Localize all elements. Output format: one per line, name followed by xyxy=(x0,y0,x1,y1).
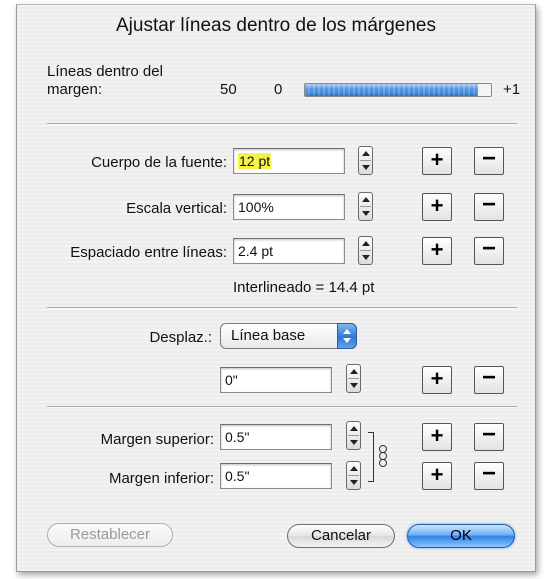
slider-max-label: +1 xyxy=(503,81,521,98)
offset-label: Desplaz.: xyxy=(149,329,212,346)
ok-button[interactable]: OK xyxy=(407,524,515,548)
stepper-down-icon[interactable] xyxy=(350,480,358,485)
font-size-label: Cuerpo de la fuente: xyxy=(91,154,227,171)
lines-in-margin-label-2: margen: xyxy=(47,81,103,98)
vertical-scale-stepper[interactable] xyxy=(358,192,373,221)
offset-decrease-button[interactable]: − xyxy=(474,366,504,394)
bottom-margin-increase-button[interactable]: + xyxy=(422,462,452,490)
offset-stepper[interactable] xyxy=(346,364,361,393)
stepper-down-icon[interactable] xyxy=(362,255,370,260)
line-spacing-field[interactable]: 2.4 pt xyxy=(233,238,345,264)
lines-count: 50 xyxy=(220,81,237,98)
stepper-down-icon[interactable] xyxy=(362,211,370,216)
lines-slider-fill xyxy=(305,84,478,96)
offset-field[interactable]: 0" xyxy=(220,367,332,393)
offset-increase-button[interactable]: + xyxy=(422,366,452,394)
font-size-increase-button[interactable]: + xyxy=(422,147,452,175)
line-spacing-stepper[interactable] xyxy=(358,236,373,265)
stepper-up-icon[interactable] xyxy=(362,151,370,156)
dialog-title: Ajustar líneas dentro de los márgenes xyxy=(115,15,436,36)
separator xyxy=(47,307,517,309)
top-margin-field[interactable]: 0.5" xyxy=(220,424,332,450)
top-margin-decrease-button[interactable]: − xyxy=(474,423,504,451)
link-bracket xyxy=(368,432,374,482)
vertical-scale-field[interactable]: 100% xyxy=(233,194,345,220)
bottom-margin-stepper[interactable] xyxy=(346,461,361,490)
bottom-margin-field[interactable]: 0.5" xyxy=(220,463,332,489)
stepper-down-icon[interactable] xyxy=(362,165,370,170)
top-margin-stepper[interactable] xyxy=(346,421,361,450)
vertical-scale-increase-button[interactable]: + xyxy=(422,193,452,221)
top-margin-increase-button[interactable]: + xyxy=(422,423,452,451)
font-size-value: 12 pt xyxy=(238,153,272,169)
bottom-margin-decrease-button[interactable]: − xyxy=(474,462,504,490)
offset-popup-value: Línea base xyxy=(231,327,306,344)
popup-arrows-icon xyxy=(337,323,357,349)
font-size-stepper[interactable] xyxy=(358,146,373,175)
reset-button[interactable]: Restablecer xyxy=(47,523,173,547)
font-size-field[interactable]: 12 pt xyxy=(233,148,345,174)
lines-in-margin-label-1: Líneas dentro del xyxy=(47,63,163,80)
stepper-down-icon[interactable] xyxy=(350,440,358,445)
slider-min-label: 0 xyxy=(274,81,283,98)
line-spacing-increase-button[interactable]: + xyxy=(422,237,452,265)
stepper-up-icon[interactable] xyxy=(350,466,358,471)
line-spacing-decrease-button[interactable]: − xyxy=(474,237,504,265)
top-margin-label: Margen superior: xyxy=(100,431,214,448)
stepper-up-icon[interactable] xyxy=(350,369,358,374)
leading-readout: Interlineado = 14.4 pt xyxy=(233,279,375,296)
link-icon[interactable] xyxy=(377,445,389,471)
cancel-button[interactable]: Cancelar xyxy=(287,524,395,548)
separator xyxy=(47,123,517,125)
dialog-window: Ajustar líneas dentro de los márgenes Lí… xyxy=(16,4,536,572)
stepper-down-icon[interactable] xyxy=(350,383,358,388)
separator xyxy=(47,406,517,408)
offset-popup[interactable]: Línea base xyxy=(220,323,357,349)
bottom-margin-label: Margen inferior: xyxy=(108,470,214,487)
stepper-up-icon[interactable] xyxy=(350,426,358,431)
lines-slider[interactable] xyxy=(304,83,492,97)
stepper-up-icon[interactable] xyxy=(362,197,370,202)
line-spacing-label: Espaciado entre líneas: xyxy=(70,244,227,261)
vertical-scale-decrease-button[interactable]: − xyxy=(474,193,504,221)
stepper-up-icon[interactable] xyxy=(362,241,370,246)
font-size-decrease-button[interactable]: − xyxy=(474,147,504,175)
vertical-scale-label: Escala vertical: xyxy=(126,200,227,217)
